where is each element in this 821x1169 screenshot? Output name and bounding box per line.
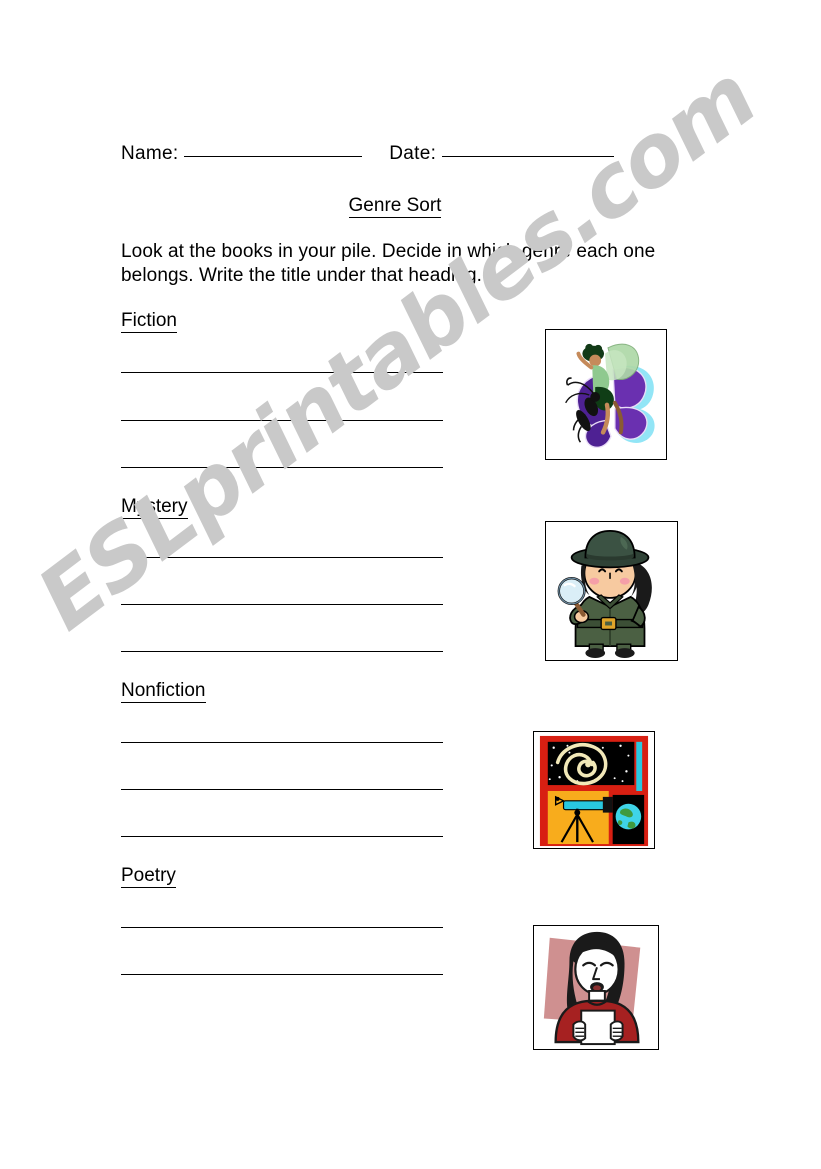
date-blank-line[interactable] xyxy=(441,156,614,157)
mystery-clipart-frame xyxy=(545,521,678,661)
mystery-write-line-1[interactable] xyxy=(121,557,443,558)
nonfiction-write-line-3[interactable] xyxy=(121,836,443,837)
fiction-write-line-3[interactable] xyxy=(121,467,443,468)
name-blank-line[interactable] xyxy=(184,156,363,157)
section-heading-nonfiction: Nonfiction xyxy=(121,680,206,703)
section-heading-poetry-text: Poetry xyxy=(121,865,176,888)
mystery-write-line-2[interactable] xyxy=(121,604,443,605)
fiction-write-line-1[interactable] xyxy=(121,372,443,373)
section-heading-poetry: Poetry xyxy=(121,865,176,888)
instructions-text: Look at the books in your pile. Decide i… xyxy=(121,241,656,286)
person-reading-poem-icon xyxy=(534,926,658,1049)
butterfly-fairy-icon xyxy=(546,330,666,459)
section-heading-mystery: Mystery xyxy=(121,496,188,519)
nonfiction-write-line-2[interactable] xyxy=(121,789,443,790)
section-heading-nonfiction-text: Nonfiction xyxy=(121,680,206,703)
worksheet-title-text: Genre Sort xyxy=(348,195,442,218)
nonfiction-write-line-1[interactable] xyxy=(121,742,443,743)
section-heading-mystery-text: Mystery xyxy=(121,496,188,519)
worksheet-content: Name: Date: Genre Sort Look at the books… xyxy=(0,0,821,1169)
poetry-clipart-frame xyxy=(533,925,659,1050)
worksheet-title: Genre Sort xyxy=(0,195,790,218)
section-heading-fiction: Fiction xyxy=(121,310,177,333)
fiction-write-line-2[interactable] xyxy=(121,420,443,421)
mystery-write-line-3[interactable] xyxy=(121,651,443,652)
telescope-galaxy-globe-icon xyxy=(534,732,654,848)
poetry-write-line-1[interactable] xyxy=(121,927,443,928)
detective-girl-icon xyxy=(546,522,677,660)
date-label: Date: xyxy=(389,143,437,164)
nonfiction-clipart-frame xyxy=(533,731,655,849)
name-label: Name: xyxy=(121,143,179,164)
name-date-row: Name: Date: xyxy=(121,143,681,165)
poetry-write-line-2[interactable] xyxy=(121,974,443,975)
worksheet-page: ESLprintables.com Name: Date: Genre Sort… xyxy=(0,0,821,1169)
section-heading-fiction-text: Fiction xyxy=(121,310,177,333)
fiction-clipart-frame xyxy=(545,329,667,460)
